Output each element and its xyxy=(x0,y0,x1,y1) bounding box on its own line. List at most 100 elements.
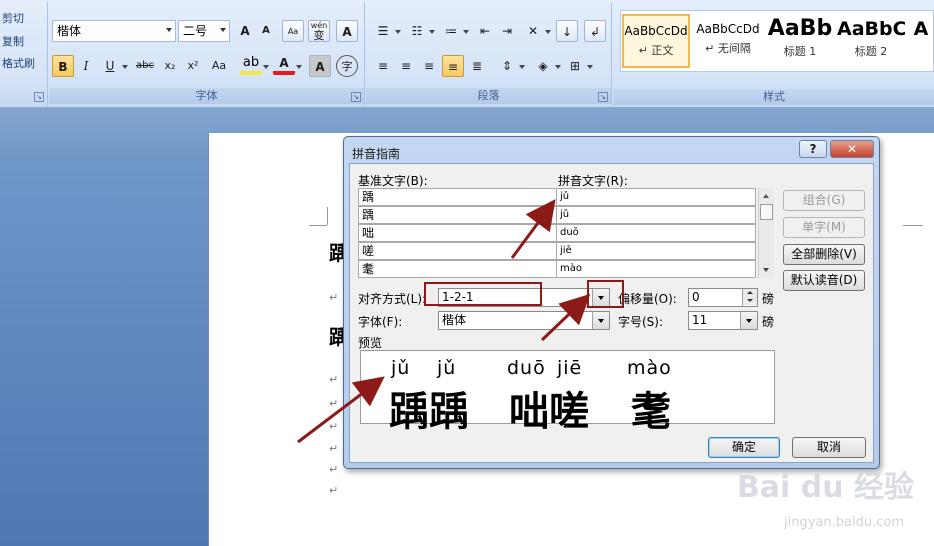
change-case-button[interactable]: Aa xyxy=(205,55,233,77)
group-button[interactable]: 组合(G) xyxy=(783,190,865,211)
numbering-dropdown-icon[interactable] xyxy=(429,30,435,34)
superscript-button[interactable]: x² xyxy=(182,55,204,77)
size-dropdown-button[interactable] xyxy=(740,312,757,329)
cut-button[interactable]: 剪切 xyxy=(2,10,24,28)
italic-button[interactable]: I xyxy=(75,55,97,77)
paragraph-mark: ↵ xyxy=(329,484,339,497)
chevron-down-icon xyxy=(220,28,226,32)
clear-format-button[interactable]: Aa xyxy=(282,20,304,42)
crop-mark xyxy=(309,225,327,226)
distributed-button[interactable]: ≣ xyxy=(466,55,488,77)
style-next[interactable]: A xyxy=(909,14,933,68)
font-name-value: 楷体 xyxy=(57,24,82,38)
cancel-button[interactable]: 取消 xyxy=(792,437,866,458)
multilevel-list-button[interactable]: ≔ xyxy=(440,20,462,42)
shading-button[interactable]: ◈ xyxy=(532,55,554,77)
style-heading-1-name: 标题 1 xyxy=(783,45,817,58)
style-no-spacing[interactable]: AaBbCcDd ↵ 无间隔 xyxy=(694,14,762,68)
help-button[interactable]: ? xyxy=(799,140,827,158)
alignment-label: 对齐方式(L): xyxy=(358,292,427,306)
preview-pinyin: jiē xyxy=(557,357,583,379)
line-spacing-button[interactable]: ⇕ xyxy=(496,55,518,77)
align-right-button[interactable]: ≡ xyxy=(418,55,440,77)
chinese-layout-button[interactable]: ✕ xyxy=(522,20,544,42)
paragraph-launcher-icon[interactable]: ↘ xyxy=(598,92,608,102)
base-text-cell[interactable]: 咄 xyxy=(358,224,557,242)
style-heading-2[interactable]: AaBbC 标题 2 xyxy=(837,14,905,68)
copy-button[interactable]: 复制 xyxy=(2,33,24,51)
strikethrough-button[interactable]: abc xyxy=(133,55,157,77)
paragraph-mark: ↵ xyxy=(329,463,339,476)
rows-scrollbar[interactable] xyxy=(758,188,774,278)
shading-dropdown-icon[interactable] xyxy=(555,65,561,69)
chinese-layout-dropdown-icon[interactable] xyxy=(545,30,551,34)
default-reading-button[interactable]: 默认读音(D) xyxy=(783,270,865,291)
base-text-cell[interactable]: 踽 xyxy=(358,188,557,206)
show-marks-button[interactable]: ↲ xyxy=(584,20,606,42)
base-text-cell[interactable]: 踽 xyxy=(358,206,557,224)
highlight-dropdown-icon[interactable] xyxy=(263,65,269,69)
clipboard-launcher-icon[interactable]: ↘ xyxy=(34,92,44,102)
phonetic-guide-button[interactable]: wén 变 xyxy=(308,20,330,42)
style-heading-1[interactable]: AaBb 标题 1 xyxy=(766,14,834,68)
font-group: 楷体 二号 A A Aa wén 变 A B I U abc x₂ x² Aa … xyxy=(49,2,365,106)
offset-spinner[interactable]: 0 xyxy=(688,288,758,307)
format-painter-button[interactable]: 格式刷 xyxy=(2,55,35,73)
style-no-spacing-sample: AaBbCcDd xyxy=(696,22,760,36)
align-center-button[interactable]: ≡ xyxy=(395,55,417,77)
mono-button[interactable]: 单字(M) xyxy=(783,217,865,238)
font-select[interactable]: 楷体 xyxy=(438,311,610,330)
sort-button[interactable]: ↓ xyxy=(556,20,578,42)
grow-font-button[interactable]: A xyxy=(234,20,256,42)
font-name-combo[interactable]: 楷体 xyxy=(52,20,176,42)
numbering-button[interactable]: ☷ xyxy=(406,20,428,42)
decrease-indent-button[interactable]: ⇤ xyxy=(474,20,496,42)
size-select[interactable]: 11 xyxy=(688,311,758,330)
borders-dropdown-icon[interactable] xyxy=(587,65,593,69)
style-normal[interactable]: AaBbCcDd ↵ 正文 xyxy=(622,14,690,68)
line-spacing-dropdown-icon[interactable] xyxy=(519,65,525,69)
ruby-text-cell[interactable]: mào xyxy=(556,260,756,278)
scroll-down-icon[interactable] xyxy=(763,268,769,272)
font-color-button[interactable]: A xyxy=(273,55,295,75)
base-text-cell[interactable]: 嗟 xyxy=(358,242,557,260)
base-text-cell[interactable]: 耄 xyxy=(358,260,557,278)
subscript-button[interactable]: x₂ xyxy=(159,55,181,77)
ruby-text-cell[interactable]: jiē xyxy=(556,242,756,260)
scroll-up-icon[interactable] xyxy=(763,194,769,198)
increase-indent-button[interactable]: ⇥ xyxy=(496,20,518,42)
preview-pinyin: jǔ xyxy=(391,357,411,379)
ruby-text-cell[interactable]: jǔ xyxy=(556,206,756,224)
base-text-label: 基准文字(B): xyxy=(358,174,428,188)
multilevel-dropdown-icon[interactable] xyxy=(463,30,469,34)
clear-all-button[interactable]: 全部删除(V) xyxy=(783,244,865,265)
chevron-down-icon xyxy=(166,28,172,32)
justify-button[interactable]: ≡ xyxy=(442,55,464,77)
offset-spin-buttons[interactable] xyxy=(742,289,757,306)
bullets-button[interactable]: ☰ xyxy=(372,20,394,42)
ruby-text-cell[interactable]: jǔ xyxy=(556,188,756,206)
enclose-char-button[interactable]: 字 xyxy=(336,55,358,77)
highlight-button[interactable]: ab xyxy=(240,55,262,75)
paragraph-group-label: 段落 xyxy=(366,88,611,104)
spin-down-icon[interactable] xyxy=(743,297,757,305)
borders-button[interactable]: ⊞ xyxy=(564,55,586,77)
bold-button[interactable]: B xyxy=(52,55,74,77)
font-color-dropdown-icon[interactable] xyxy=(296,65,302,69)
font-launcher-icon[interactable]: ↘ xyxy=(351,92,361,102)
spin-up-icon[interactable] xyxy=(743,289,757,297)
underline-button[interactable]: U xyxy=(99,55,121,77)
close-button[interactable]: ✕ xyxy=(830,140,874,158)
underline-dropdown-icon[interactable] xyxy=(122,65,128,69)
font-label: 字体(F): xyxy=(358,315,403,329)
font-size-combo[interactable]: 二号 xyxy=(178,20,230,42)
scroll-thumb[interactable] xyxy=(760,204,773,220)
ok-button[interactable]: 确定 xyxy=(708,437,780,458)
font-dropdown-button[interactable] xyxy=(592,312,609,329)
char-border-button[interactable]: A xyxy=(336,20,358,42)
align-left-button[interactable]: ≡ xyxy=(372,55,394,77)
ruby-text-cell[interactable]: duō xyxy=(556,224,756,242)
shrink-font-button[interactable]: A xyxy=(255,20,277,42)
bullets-dropdown-icon[interactable] xyxy=(395,30,401,34)
char-shading-button[interactable]: A xyxy=(309,55,331,77)
